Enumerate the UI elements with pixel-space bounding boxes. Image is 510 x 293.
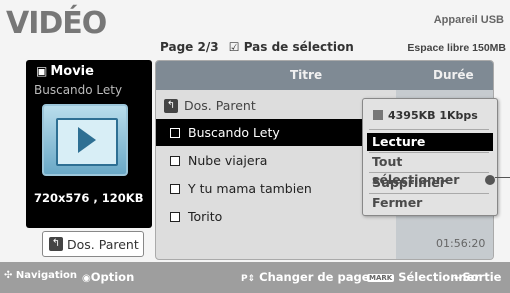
list-item-parent-folder[interactable]: ↰ Dos. Parent [156,92,396,119]
checkbox[interactable] [170,155,180,166]
option-hint: ◉Option [82,270,134,284]
divider [369,172,489,173]
options-popup: 4395KB 1Kbps Lecture Tout sélectionner S… [362,98,498,216]
popup-file-info: 4395KB 1Kbps [369,105,491,125]
current-file-name: Buscando Lety [34,83,123,97]
checkbox[interactable] [170,183,180,194]
file-icon [373,110,383,120]
list-item[interactable]: Torito [156,203,396,230]
movie-icon: ▣ [36,64,48,78]
parent-folder-label: Dos. Parent [67,236,139,252]
selection-status: Pas de sélection [243,40,354,54]
list-item[interactable]: Nube viajera [156,147,396,174]
parent-folder-button[interactable]: ↰ Dos. Parent [42,231,144,257]
page-hint-label: Changer de page [259,270,370,284]
list-item-label: Y tu mama tambien [188,181,312,196]
list-header: Titre Durée [156,61,493,90]
list-item-label: Nube viajera [188,153,268,168]
exit-hint-label: Sortie [462,270,502,284]
scroll-indicator [485,175,495,185]
page-hint: P⇕ Changer de page [241,270,370,284]
list-item-label: Buscando Lety [188,125,280,140]
mark-key-icon: MARK [367,273,395,282]
folder-up-icon: ↰ [164,98,178,113]
list-item-label: Torito [188,209,223,224]
page-number: Page 2/3 [160,40,219,54]
checkbox[interactable] [170,127,180,138]
video-thumbnail [42,104,128,176]
nav-hint: ✣ Navigation [4,270,77,281]
page-title: VIDÉO [6,6,107,41]
item-duration: 01:56:20 [436,237,486,250]
menu-item-delete[interactable]: Supprimer [367,174,493,192]
media-type-label: Movie [50,64,94,79]
menu-item-select-all[interactable]: Tout sélectionner [367,153,493,187]
free-space-label: Espace libre 150MB [407,42,506,54]
column-title: Titre [290,68,323,82]
nav-hint-label: Navigation [15,270,78,281]
menu-item-play[interactable]: Lecture [367,133,493,151]
option-hint-label: Option [90,270,135,284]
page-key-icon: P⇕ [241,274,256,284]
play-icon [78,127,96,153]
option-icon: ◉ [82,273,91,284]
list-item[interactable]: Y tu mama tambien [156,175,396,202]
file-resolution: 720x576 , 120KB [34,191,144,205]
menu-item-close[interactable]: Fermer [367,194,493,212]
bitrate-info: 4395KB 1Kbps [388,108,478,122]
dpad-icon: ✣ [4,270,13,281]
checkbox-icon: ☑ [228,40,240,54]
exit-hint: ↩Sortie [454,270,501,284]
divider [369,129,489,130]
column-duration: Durée [433,68,474,82]
scroll-indicator-line [495,177,510,178]
folder-up-icon: ↰ [49,237,63,251]
footer-bar: ✣ Navigation ◉Option P⇕ Changer de page … [0,262,510,293]
media-type: ▣ Movie [36,64,94,79]
device-label: Appareil USB [433,14,504,26]
checkbox[interactable] [170,211,180,222]
list-item-label: Dos. Parent [184,98,256,113]
page-indicator: Page 2/3 ☑ Pas de sélection [160,40,354,54]
